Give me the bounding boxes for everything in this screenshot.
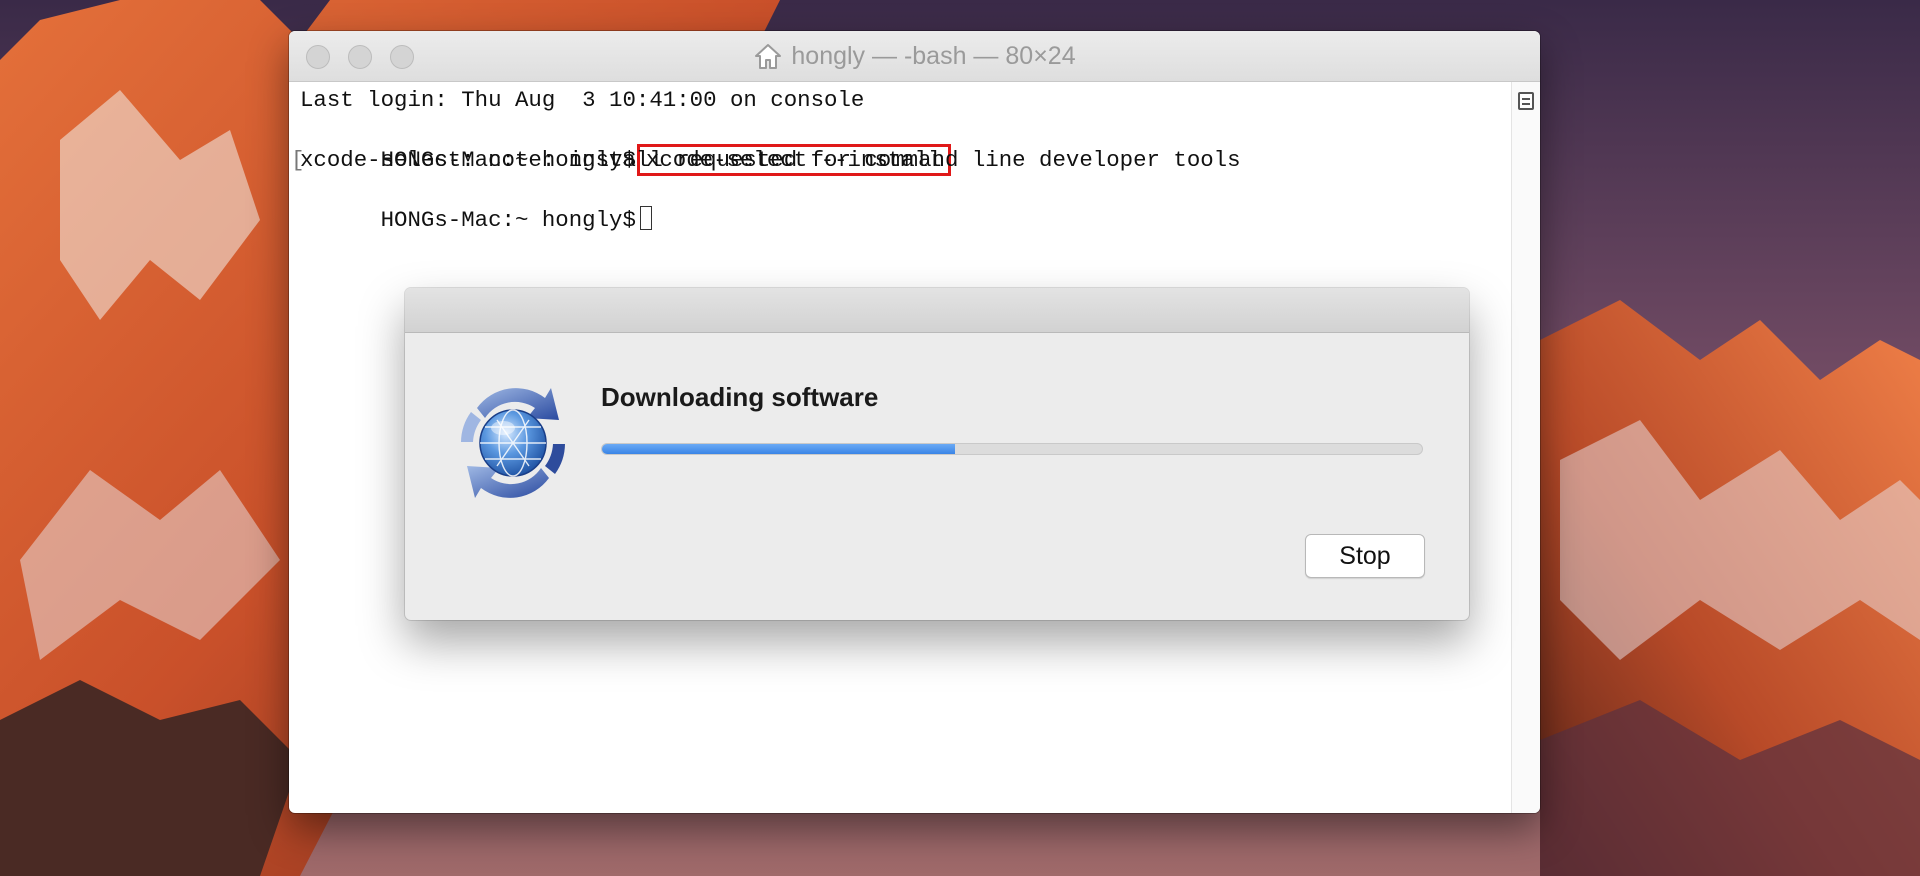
terminal-line-command: [HONGs-Mac:~ hongly$ xcode-select --insta… bbox=[291, 115, 1530, 176]
software-update-globe-icon bbox=[461, 388, 565, 498]
window-title: hongly — -bash — 80×24 bbox=[289, 31, 1540, 81]
window-titlebar[interactable]: hongly — -bash — 80×24 bbox=[289, 31, 1540, 82]
download-progress-bar bbox=[601, 443, 1423, 455]
dialog-header bbox=[405, 288, 1469, 333]
terminal-line-note: xcode-select: note: install requested fo… bbox=[300, 147, 1241, 173]
stop-button[interactable]: Stop bbox=[1305, 534, 1425, 578]
window-title-text: hongly — -bash — 80×24 bbox=[791, 41, 1076, 70]
dialog-title: Downloading software bbox=[601, 382, 879, 412]
terminal-scrollbar[interactable] bbox=[1511, 82, 1540, 813]
terminal-prompt: HONGs-Mac:~ hongly$ bbox=[380, 207, 636, 233]
split-pane-icon[interactable] bbox=[1518, 92, 1534, 110]
install-dialog: Downloading software Stop bbox=[405, 288, 1469, 620]
terminal-line-prompt: HONGs-Mac:~ hongly$ bbox=[300, 175, 1512, 233]
terminal-line-login: Last login: Thu Aug 3 10:41:00 on consol… bbox=[300, 87, 865, 113]
home-icon bbox=[755, 44, 782, 69]
download-progress-fill bbox=[602, 444, 955, 454]
text-cursor bbox=[639, 206, 652, 230]
